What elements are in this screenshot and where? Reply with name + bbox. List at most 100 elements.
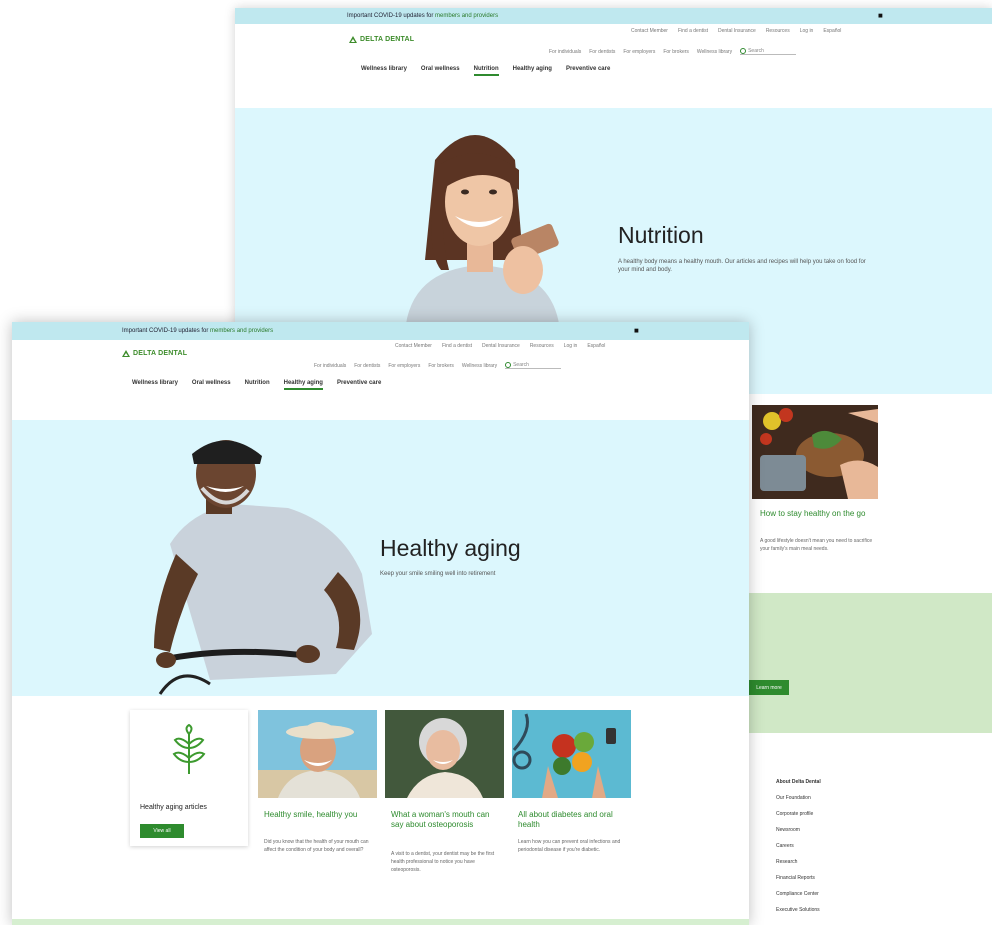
card-title[interactable]: How to stay healthy on the go [760,509,874,519]
footer-link[interactable]: Financial Reports [776,875,821,881]
audience-link[interactable]: For brokers [428,363,454,369]
audience-nav: For individuals For dentists For employe… [549,48,797,55]
hero-description: A healthy body means a healthy mouth. Ou… [618,259,866,273]
card-title[interactable]: Healthy smile, healthy you [264,810,374,820]
utility-nav: Contact Member Find a dentist Dental Ins… [631,28,841,34]
subnav-wellness-library[interactable]: Wellness library [132,380,178,390]
util-link[interactable]: Find a dentist [678,28,708,34]
learn-more-button[interactable]: Learn more [749,680,789,695]
audience-link[interactable]: Wellness library [462,363,497,369]
close-icon[interactable]: ■ [878,8,883,24]
articles-intro-card: Healthy aging articles View all [130,710,248,846]
older-woman-image [385,710,504,798]
subnav-healthy-aging[interactable]: Healthy aging [283,380,323,390]
util-link[interactable]: Resources [530,343,554,349]
util-link[interactable]: Find a dentist [442,343,472,349]
hero-banner: Healthy aging Keep your smile smiling we… [12,420,749,696]
close-icon[interactable]: ■ [634,322,639,340]
util-link[interactable]: Contact Member [395,343,432,349]
footer-link[interactable]: Corporate profile [776,811,821,817]
hero-woman-phone-image [405,135,560,332]
footer-link[interactable]: Newsroom [776,827,821,833]
sub-nav: Wellness library Oral wellness Nutrition… [132,380,381,390]
intro-card-title: Healthy aging articles [140,804,207,811]
footer-band [12,919,749,925]
subnav-nutrition[interactable]: Nutrition [245,380,270,390]
util-link[interactable]: Log in [800,28,814,34]
util-link[interactable]: Dental Insurance [482,343,520,349]
search-placeholder: Search [748,48,764,54]
card-description: Did you know that the health of your mou… [264,839,369,853]
subnav-preventive-care[interactable]: Preventive care [337,380,381,390]
audience-link[interactable]: For employers [623,49,655,55]
logo-icon [122,350,130,357]
hero-cyclist-image [154,440,372,695]
fruit-hands-image [512,710,631,798]
healthy-aging-page-window: Important COVID-19 updates for members a… [12,322,749,925]
alert-link[interactable]: members and providers [435,13,498,19]
alert-text: Important COVID-19 updates for members a… [347,8,498,24]
food-prep-image [752,405,878,499]
subnav-preventive-care[interactable]: Preventive care [566,66,610,76]
subnav-healthy-aging[interactable]: Healthy aging [513,66,552,76]
util-link[interactable]: Resources [766,28,790,34]
alert-text: Important COVID-19 updates for members a… [122,322,273,340]
search-placeholder: Search [513,362,529,368]
card-description: A visit to a dentist, your dentist may b… [391,851,495,873]
logo-text: DELTA DENTAL [133,350,188,357]
util-link[interactable]: Contact Member [631,28,668,34]
subnav-oral-wellness[interactable]: Oral wellness [192,380,231,390]
delta-dental-logo[interactable]: DELTA DENTAL [122,350,187,357]
audience-link[interactable]: For dentists [354,363,380,369]
footer-link[interactable]: Compliance Center [776,891,821,897]
util-link[interactable]: Log in [564,343,578,349]
search-input[interactable]: Search [740,48,797,55]
search-input[interactable]: Search [505,362,562,369]
search-icon [740,48,747,54]
delta-dental-logo[interactable]: DELTA DENTAL [349,36,414,43]
search-icon [505,362,512,368]
footer-link[interactable]: Executive Solutions [776,907,821,913]
utility-nav: Contact Member Find a dentist Dental Ins… [395,343,605,349]
logo-text: DELTA DENTAL [360,36,415,43]
view-all-button[interactable]: View all [140,824,184,838]
audience-link[interactable]: For individuals [549,49,581,55]
hero-description: Keep your smile smiling well into retire… [380,571,496,577]
article-card[interactable]: How to stay healthy on the go A good lif… [752,405,878,575]
audience-link[interactable]: For dentists [589,49,615,55]
footer-link[interactable]: Research [776,859,821,865]
audience-link[interactable]: For brokers [663,49,689,55]
alert-message: Important COVID-19 updates for [347,13,436,19]
alert-link[interactable]: members and providers [210,328,273,334]
page-title: Nutrition [618,222,704,248]
audience-link[interactable]: For employers [388,363,420,369]
article-card-healthy-smile[interactable]: Healthy smile, healthy you Did you know … [258,710,377,900]
plant-icon [172,724,206,774]
audience-nav: For individuals For dentists For employe… [314,362,562,369]
card-description: Learn how you can prevent oral infection… [518,839,621,853]
footer-heading: About Delta Dental [776,779,821,785]
card-title[interactable]: What a woman's mouth can say about osteo… [391,810,501,830]
audience-link[interactable]: Wellness library [697,49,732,55]
card-description: A good lifestyle doesn't mean you need t… [760,538,873,552]
footer-link[interactable]: Our Foundation [776,795,821,801]
article-card-osteoporosis[interactable]: What a woman's mouth can say about osteo… [385,710,504,900]
util-link[interactable]: Español [587,343,605,349]
footer-link[interactable]: Careers [776,843,821,849]
util-link[interactable]: Español [823,28,841,34]
article-card-diabetes[interactable]: All about diabetes and oral health Learn… [512,710,631,900]
logo-icon [349,36,357,43]
alert-bar: Important COVID-19 updates for members a… [235,8,992,24]
footer-links: About Delta Dental Our Foundation Corpor… [776,779,821,913]
subnav-nutrition[interactable]: Nutrition [473,66,499,76]
alert-message: Important COVID-19 updates for [122,328,211,334]
older-man-hat-image [258,710,377,798]
audience-link[interactable]: For individuals [314,363,346,369]
page-title: Healthy aging [380,535,521,561]
alert-bar: Important COVID-19 updates for members a… [12,322,749,340]
subnav-oral-wellness[interactable]: Oral wellness [421,66,460,76]
card-title[interactable]: All about diabetes and oral health [518,810,628,830]
subnav-wellness-library[interactable]: Wellness library [361,66,407,76]
sub-nav: Wellness library Oral wellness Nutrition… [361,66,610,76]
util-link[interactable]: Dental Insurance [718,28,756,34]
